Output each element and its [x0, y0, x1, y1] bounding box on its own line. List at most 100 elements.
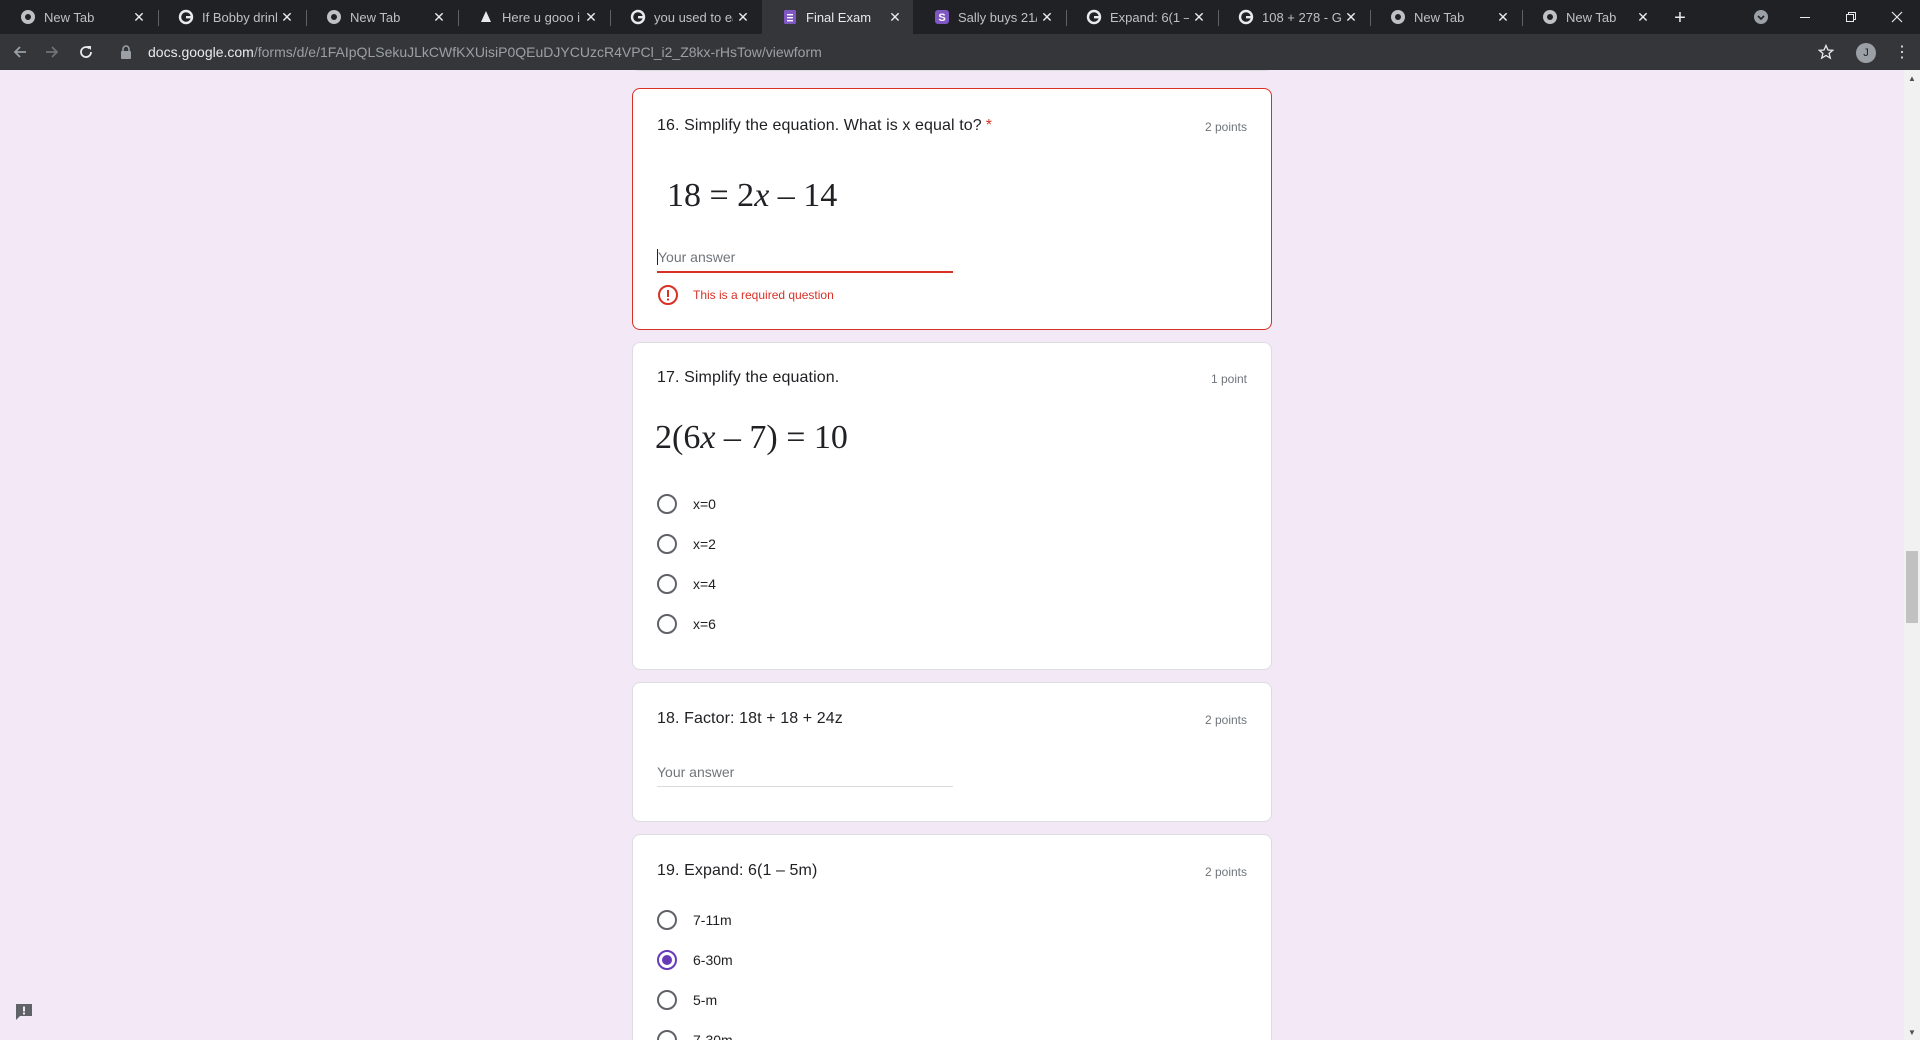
question-title: 18. Factor: 18t + 18 + 24z	[657, 710, 843, 727]
brainly-icon	[478, 9, 494, 25]
equation-right: – 7) = 10	[715, 419, 848, 456]
question-title: 17. Simplify the equation.	[657, 369, 840, 386]
radio-button[interactable]	[657, 534, 677, 554]
browser-toolbar: docs.google.com/forms/d/e/1FAIpQLSekuJLk…	[0, 34, 1920, 70]
tab-new-tab-4[interactable]: New Tab ✕	[1522, 0, 1661, 34]
chrome-icon	[1390, 9, 1406, 25]
google-icon	[178, 9, 194, 25]
close-icon[interactable]: ✕	[277, 7, 297, 27]
tab-title: New Tab	[1566, 9, 1617, 25]
scroll-up-arrow-icon[interactable]: ▲	[1908, 74, 1916, 83]
equation-variable: x	[754, 177, 770, 214]
option-label[interactable]: x=6	[693, 616, 716, 632]
radio-button[interactable]	[657, 1030, 677, 1040]
question-card-18: 18. Factor: 18t + 18 + 24z 2 points Your…	[632, 682, 1272, 822]
scroll-down-arrow-icon[interactable]: ▼	[1908, 1028, 1916, 1037]
close-icon[interactable]: ✕	[1493, 7, 1513, 27]
reload-icon[interactable]	[74, 40, 98, 64]
radio-option-selected[interactable]: 6-30m	[657, 948, 733, 972]
close-icon[interactable]: ✕	[429, 7, 449, 27]
close-window-icon[interactable]	[1874, 0, 1920, 34]
close-icon[interactable]: ✕	[733, 7, 753, 27]
tab-you-used-to-eat[interactable]: you used to eat ✕	[610, 0, 761, 34]
tab-title: New Tab	[350, 9, 401, 25]
tab-bobby-drinks[interactable]: If Bobby drinks 3 ✕	[158, 0, 305, 34]
google-icon	[1086, 9, 1102, 25]
option-label[interactable]: x=4	[693, 576, 716, 592]
question-title: 16. Simplify the equation. What is x equ…	[657, 117, 992, 135]
equation-right: – 14	[769, 177, 838, 214]
tab-title: Final Exam	[806, 9, 872, 25]
s-app-icon: S	[934, 9, 950, 25]
tab-108-plus-278[interactable]: 108 + 278 - Goo ✕	[1218, 0, 1369, 34]
page-scrollbar[interactable]: ▲ ▼	[1904, 70, 1920, 1040]
answer-placeholder: Your answer	[658, 249, 736, 265]
answer-input[interactable]: Your answer	[657, 757, 953, 787]
question-points: 2 points	[1204, 713, 1247, 727]
close-icon[interactable]: ✕	[1341, 7, 1361, 27]
google-forms-icon	[782, 9, 798, 25]
radio-button[interactable]	[657, 990, 677, 1010]
option-label[interactable]: x=0	[693, 496, 716, 512]
radio-button-checked[interactable]	[657, 950, 677, 970]
answer-input[interactable]: Your answer	[657, 243, 953, 273]
new-tab-plus-icon[interactable]: +	[1668, 6, 1692, 30]
close-icon[interactable]: ✕	[581, 7, 601, 27]
more-menu-icon[interactable]: ⋮	[1890, 40, 1914, 64]
back-arrow-icon[interactable]	[8, 40, 32, 64]
radio-option[interactable]: x=0	[657, 492, 716, 516]
radio-button[interactable]	[657, 494, 677, 514]
tab-expand[interactable]: Expand: 6(1 – 5 ✕	[1066, 0, 1217, 34]
browser-tab-strip: New Tab ✕ If Bobby drinks 3 ✕ New Tab ✕ …	[0, 0, 1920, 34]
bookmark-star-icon[interactable]	[1814, 40, 1838, 64]
equation-left: 2(6	[655, 419, 701, 456]
tab-new-tab-2[interactable]: New Tab ✕	[306, 0, 457, 34]
question-points: 2 points	[1204, 865, 1247, 879]
question-title-text: 16. Simplify the equation. What is x equ…	[657, 117, 982, 134]
radio-option[interactable]: 5-m	[657, 988, 717, 1012]
lock-icon[interactable]	[120, 45, 136, 59]
radio-button[interactable]	[657, 910, 677, 930]
equation-image: 18 = 2x – 14	[667, 177, 837, 215]
google-icon	[630, 9, 646, 25]
radio-button[interactable]	[657, 574, 677, 594]
tab-here-u-gooo[interactable]: Here u gooo i h ✕	[458, 0, 609, 34]
forward-arrow-icon[interactable]	[40, 40, 64, 64]
scrollbar-thumb[interactable]	[1906, 551, 1918, 623]
address-bar[interactable]: docs.google.com/forms/d/e/1FAIpQLSekuJLk…	[110, 37, 1800, 67]
tab-search-icon[interactable]	[1738, 0, 1784, 34]
radio-button[interactable]	[657, 614, 677, 634]
close-icon[interactable]: ✕	[885, 7, 905, 27]
tab-title: you used to eat	[654, 9, 733, 25]
report-feedback-icon[interactable]	[12, 1000, 36, 1024]
option-label[interactable]: 5-m	[693, 992, 717, 1008]
google-icon	[1238, 9, 1254, 25]
tab-title: Expand: 6(1 – 5	[1110, 9, 1189, 25]
close-icon[interactable]: ✕	[1037, 7, 1057, 27]
tab-sally-buys[interactable]: S Sally buys 21/2 ✕	[914, 0, 1065, 34]
radio-option[interactable]: x=6	[657, 612, 716, 636]
tab-title: If Bobby drinks 3	[202, 9, 277, 25]
url-host: docs.google.com	[148, 44, 254, 60]
restore-icon[interactable]	[1828, 0, 1874, 34]
chrome-icon	[20, 9, 36, 25]
minimize-icon[interactable]	[1782, 0, 1828, 34]
profile-avatar[interactable]: J	[1856, 43, 1876, 63]
url-text[interactable]: docs.google.com/forms/d/e/1FAIpQLSekuJLk…	[148, 44, 822, 60]
tab-new-tab-1[interactable]: New Tab ✕	[0, 0, 157, 34]
tab-final-exam[interactable]: Final Exam ✕	[762, 0, 913, 34]
tab-title: New Tab	[44, 9, 95, 25]
option-label[interactable]: 7-30m	[693, 1032, 733, 1040]
radio-option[interactable]: x=4	[657, 572, 716, 596]
radio-option[interactable]: x=2	[657, 532, 716, 556]
radio-option[interactable]: 7-30m	[657, 1028, 733, 1040]
close-icon[interactable]: ✕	[129, 7, 149, 27]
tab-new-tab-3[interactable]: New Tab ✕	[1370, 0, 1521, 34]
close-icon[interactable]: ✕	[1633, 7, 1653, 27]
option-label[interactable]: 7-11m	[693, 912, 732, 928]
close-icon[interactable]: ✕	[1189, 7, 1209, 27]
option-label[interactable]: 6-30m	[693, 952, 733, 968]
radio-option[interactable]: 7-11m	[657, 908, 732, 932]
equation-image: 2(6x – 7) = 10	[655, 419, 848, 457]
option-label[interactable]: x=2	[693, 536, 716, 552]
